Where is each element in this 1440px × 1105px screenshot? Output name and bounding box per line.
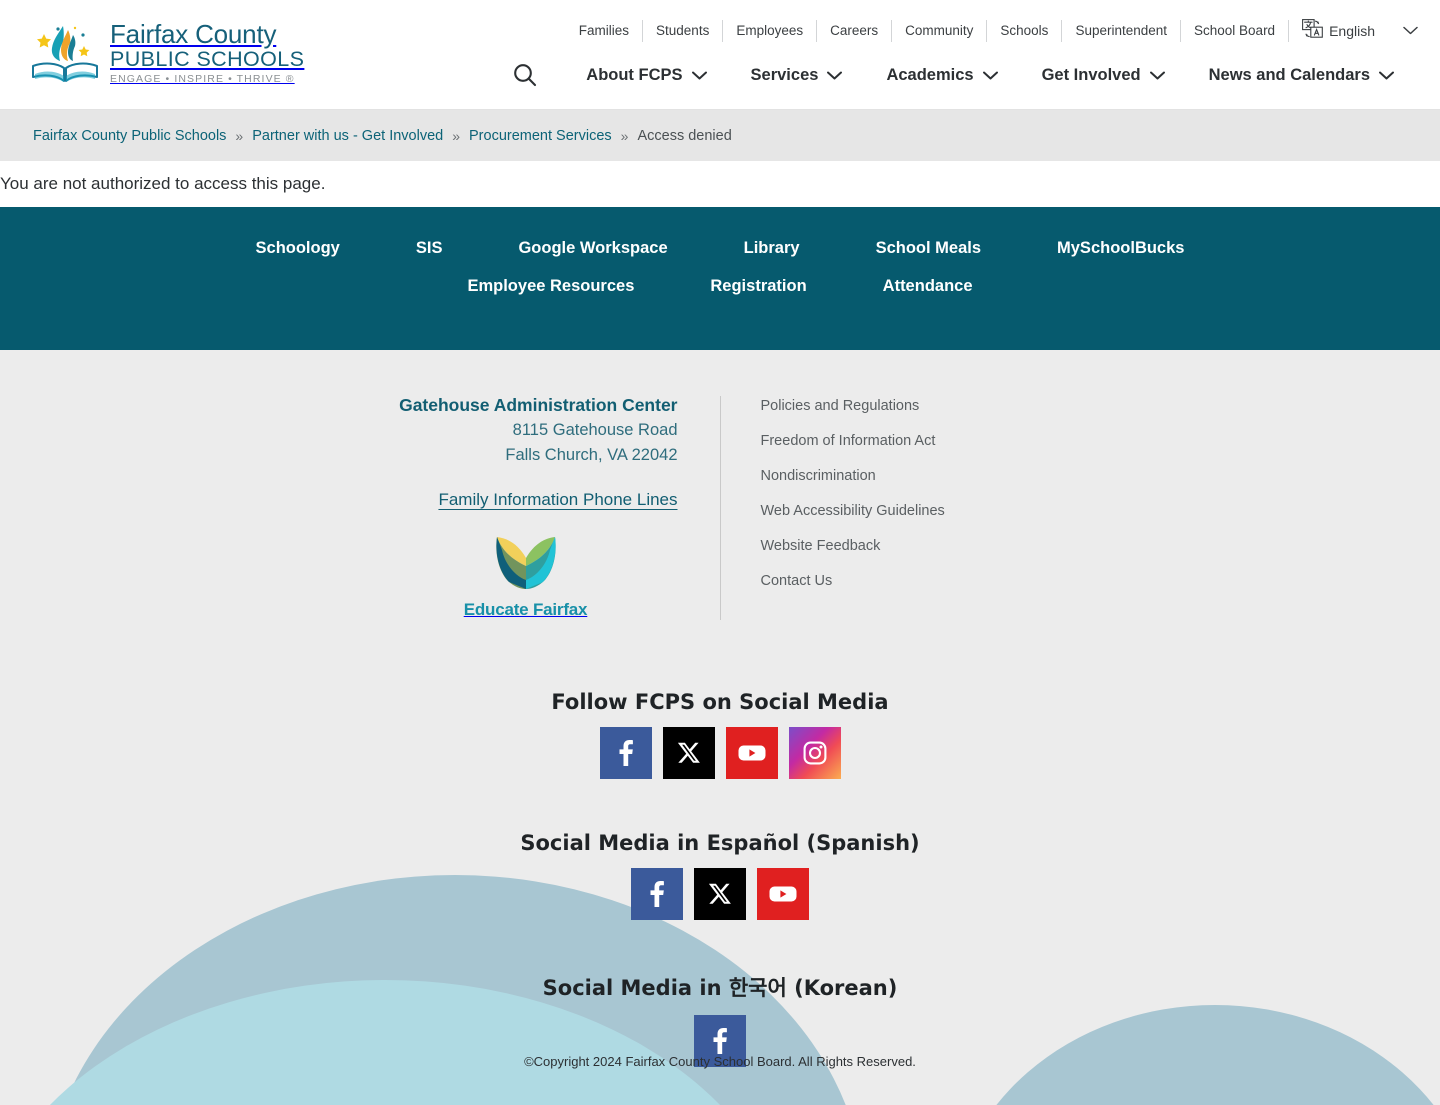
social-icon-row	[0, 726, 1440, 779]
footer-link-freedom-of-information-act[interactable]: Freedom of Information Act	[761, 433, 1051, 449]
quick-link-schoology[interactable]: Schoology	[218, 237, 378, 259]
address-city-state-zip: Falls Church, VA 22042	[505, 446, 678, 464]
footer-link-website-feedback[interactable]: Website Feedback	[761, 538, 1051, 554]
youtube-icon[interactable]	[725, 726, 778, 779]
breadcrumb-separator: »	[235, 127, 244, 144]
access-denied-message: You are not authorized to access this pa…	[0, 174, 326, 193]
family-information-phone-lines-link[interactable]: Family Information Phone Lines	[438, 490, 677, 510]
breadcrumb: Fairfax County Public Schools » Partner …	[0, 110, 1440, 161]
chevron-down-icon	[1149, 66, 1165, 85]
utility-nav-item-careers[interactable]: Careers	[817, 20, 893, 42]
breadcrumb-link-home[interactable]: Fairfax County Public Schools	[33, 128, 226, 144]
breadcrumb-separator: »	[452, 127, 461, 144]
breadcrumb-item: Procurement Services »	[469, 128, 637, 144]
utility-nav-item-schools[interactable]: Schools	[987, 20, 1063, 42]
breadcrumb-link-procurement-services[interactable]: Procurement Services	[469, 128, 612, 144]
utility-nav-item-families[interactable]: Families	[566, 20, 644, 42]
logo-wordmark: Fairfax County PUBLIC SCHOOLS ENGAGE • I…	[110, 18, 305, 86]
x-twitter-icon[interactable]	[694, 867, 746, 920]
breadcrumb-item: Partner with us - Get Involved »	[252, 128, 469, 144]
site-footer: Gatehouse Administration Center 8115 Gat…	[0, 350, 1440, 1105]
breadcrumb-list: Fairfax County Public Schools » Partner …	[33, 128, 732, 144]
address-street: 8115 Gatehouse Road	[512, 421, 678, 440]
social-heading: Social Media in 한국어 (Korean)	[542, 975, 898, 1000]
copyright-text: ©Copyright 2024 Fairfax County School Bo…	[524, 1054, 916, 1069]
access-denied-message-area: You are not authorized to access this pa…	[0, 161, 1440, 207]
logo-tagline: ENGAGE • INSPIRE • THRIVE ®	[110, 73, 295, 86]
social-section-fcps: Follow FCPS on Social Media	[0, 690, 1440, 779]
search-icon[interactable]	[502, 62, 564, 88]
breadcrumb-link-partner-with-us[interactable]: Partner with us - Get Involved	[252, 128, 443, 144]
fcps-book-flame-logo-icon	[28, 18, 102, 88]
site-logo-link[interactable]: Fairfax County PUBLIC SCHOOLS ENGAGE • I…	[28, 18, 304, 88]
translate-icon	[1302, 19, 1323, 43]
quick-link-school-meals[interactable]: School Meals	[838, 237, 1019, 259]
chevron-down-icon	[691, 66, 707, 85]
main-nav-label: About FCPS	[586, 65, 683, 84]
social-section-spanish: Social Media in Español (Spanish)	[0, 831, 1440, 920]
main-nav-item-get-involved[interactable]: Get Involved	[1020, 66, 1187, 85]
facebook-icon[interactable]	[599, 726, 652, 779]
x-twitter-icon[interactable]	[662, 726, 715, 779]
main-nav-item-services[interactable]: Services	[729, 66, 865, 85]
main-nav-label: News and Calendars	[1208, 65, 1370, 84]
social-heading: Follow FCPS on Social Media	[551, 689, 889, 714]
facebook-icon[interactable]	[631, 867, 683, 920]
youtube-icon[interactable]	[757, 867, 809, 920]
utility-nav-item-superintendent[interactable]: Superintendent	[1062, 20, 1182, 42]
main-nav-label: Get Involved	[1041, 65, 1141, 84]
main-nav: About FCPS Services Academics Get Involv…	[502, 62, 1416, 88]
chevron-down-icon	[1379, 66, 1394, 85]
educate-fairfax-link[interactable]: Educate Fairfax	[390, 536, 678, 620]
utility-nav: Families Students Employees Careers Comm…	[566, 19, 1418, 43]
logo-line-2: PUBLIC SCHOOLS	[110, 46, 305, 71]
educate-fairfax-label: Educate Fairfax	[463, 599, 588, 619]
address-name: Gatehouse Administration Center	[399, 395, 678, 415]
footer-link-web-accessibility-guidelines[interactable]: Web Accessibility Guidelines	[761, 503, 1051, 519]
utility-nav-item-employees[interactable]: Employees	[723, 20, 818, 42]
social-section-korean: Social Media in 한국어 (Korean)	[0, 972, 1440, 1067]
quick-link-myschoolbucks[interactable]: MySchoolBucks	[1019, 237, 1222, 259]
breadcrumb-separator: »	[620, 127, 629, 144]
footer-link-contact-us[interactable]: Contact Us	[761, 573, 1051, 589]
social-heading: Social Media in Español (Spanish)	[520, 830, 920, 855]
utility-nav-item-school-board[interactable]: School Board	[1181, 20, 1288, 42]
educate-fairfax-book-logo-icon	[485, 536, 567, 594]
footer-link-nondiscrimination[interactable]: Nondiscrimination	[761, 468, 1051, 484]
main-nav-item-about-fcps[interactable]: About FCPS	[564, 66, 728, 85]
language-selector[interactable]: English	[1288, 19, 1418, 43]
instagram-icon[interactable]	[788, 726, 841, 779]
quick-link-employee-resources[interactable]: Employee Resources	[429, 275, 672, 297]
site-header: Fairfax County PUBLIC SCHOOLS ENGAGE • I…	[0, 0, 1440, 110]
breadcrumb-item: Access denied	[637, 128, 731, 144]
quick-links-bar: Schoology SIS Google Workspace Library S…	[0, 207, 1440, 350]
social-icon-row	[0, 867, 1440, 920]
breadcrumb-item: Fairfax County Public Schools »	[33, 128, 252, 144]
main-nav-label: Services	[750, 65, 819, 84]
main-nav-item-news-and-calendars[interactable]: News and Calendars	[1187, 66, 1416, 85]
quick-link-google-workspace[interactable]: Google Workspace	[480, 237, 705, 259]
language-label: English	[1329, 23, 1375, 39]
footer-top: Gatehouse Administration Center 8115 Gat…	[0, 350, 1440, 620]
footer-address-column: Gatehouse Administration Center 8115 Gat…	[390, 392, 720, 620]
main-nav-item-academics[interactable]: Academics	[864, 66, 1019, 85]
quick-link-sis[interactable]: SIS	[378, 237, 481, 259]
footer-links-column: Policies and Regulations Freedom of Info…	[721, 392, 1051, 620]
utility-nav-item-students[interactable]: Students	[643, 20, 724, 42]
chevron-down-icon	[1403, 22, 1418, 40]
quick-links-row: Schoology SIS Google Workspace Library S…	[100, 237, 1340, 297]
quick-link-registration[interactable]: Registration	[672, 275, 844, 297]
chevron-down-icon	[982, 66, 998, 85]
quick-link-library[interactable]: Library	[706, 237, 838, 259]
footer-link-policies-and-regulations[interactable]: Policies and Regulations	[761, 398, 1051, 414]
quick-link-attendance[interactable]: Attendance	[845, 275, 1011, 297]
breadcrumb-current-page: Access denied	[637, 127, 732, 144]
utility-nav-item-community[interactable]: Community	[892, 20, 988, 42]
main-nav-label: Academics	[886, 65, 974, 84]
logo-line-1: Fairfax County	[110, 18, 277, 49]
chevron-down-icon	[827, 66, 843, 85]
